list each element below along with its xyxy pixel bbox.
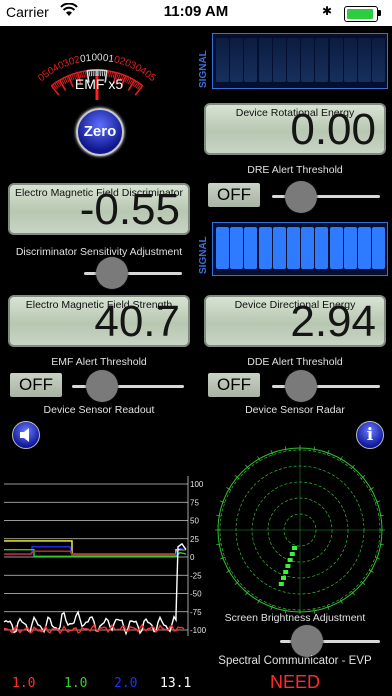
signal-meter-top [212, 33, 388, 89]
signal-segment [258, 227, 272, 269]
signal-segment [358, 227, 371, 269]
sensor-readout-plot: 100 75 50 25 0 -25 -50 -75 -100 [0, 450, 208, 650]
emfs-value: 40.7 [94, 297, 180, 346]
radar-bezel-tick [284, 446, 287, 452]
emfd-display: Electro Magnetic Field Discriminator -0.… [8, 183, 190, 235]
footer-green-value: 1.0 [64, 676, 88, 691]
radar-bezel-tick [313, 446, 316, 452]
brightness-slider-thumb[interactable] [291, 625, 324, 657]
battery-icon [344, 6, 378, 22]
emf-alert-toggle[interactable]: OFF [10, 373, 62, 397]
readout-axis-label: -100 [190, 626, 207, 635]
dre-display: Device Rotational Energy 0.00 [204, 103, 386, 155]
dre-value: 0.00 [290, 105, 376, 154]
emfs-display: Electro Magnetic Field Strength 40.7 [8, 295, 190, 347]
footer-blue-value: 2.0 [114, 676, 138, 691]
readout-axis-label: 25 [190, 535, 199, 544]
signal-segment [329, 227, 343, 269]
signal-segment [216, 38, 229, 82]
signal-segment [230, 227, 244, 269]
radar-blip [278, 582, 284, 586]
signal-label-top-text: SIGNAL [198, 50, 209, 88]
signal-segment [315, 38, 329, 82]
emfd-value: -0.55 [79, 185, 180, 234]
radar-blip [287, 558, 293, 562]
signal-segment [301, 38, 315, 82]
signal-segment [372, 227, 386, 269]
sensor-readout-graph: 100 75 50 25 0 -25 -50 -75 -100 [0, 450, 208, 650]
discriminator-caption: Discriminator Sensitivity Adjustment [15, 246, 183, 258]
radar-blip [283, 570, 289, 574]
signal-segment [315, 227, 329, 269]
signal-segment [244, 38, 258, 82]
brightness-caption: Screen Brightness Adjustment [224, 612, 366, 624]
gauge-label: EMF x5 [74, 76, 124, 92]
signal-label-mid-text: SIGNAL [198, 236, 209, 274]
evp-caption: Spectral Communicator - EVP [218, 655, 372, 667]
dre-alert-caption: DRE Alert Threshold [247, 164, 343, 176]
readout-axis-label: 0 [190, 553, 195, 562]
signal-label-top: SIGNAL [198, 34, 212, 88]
sensor-radar [214, 444, 386, 615]
battery-tip [378, 10, 381, 16]
emf-alert-caption: EMF Alert Threshold [51, 356, 147, 368]
signal-segment [358, 38, 371, 82]
dde-display: Device Directional Energy 2.94 [204, 295, 386, 347]
dde-alert-slider-thumb[interactable] [284, 370, 317, 402]
signal-segment [287, 38, 300, 82]
gauge-tick-label: 01 [79, 53, 92, 65]
zero-button[interactable]: Zero [76, 108, 124, 156]
readout-axis-label: -50 [190, 590, 202, 599]
bluetooth-icon: ✱ [322, 4, 333, 18]
radar-bezel-tick [378, 543, 384, 546]
signal-segment [343, 227, 357, 269]
readout-axis-label: 75 [190, 498, 199, 507]
signal-segment [301, 227, 315, 269]
radar-blip [292, 546, 297, 550]
signal-segment [329, 38, 343, 82]
sensor-radar-caption: Device Sensor Radar [245, 404, 345, 416]
signal-segment [258, 38, 272, 82]
emf-gauge-dial: 0504030201 00 0102030405 [36, 53, 158, 100]
readout-axis-label: -75 [190, 608, 202, 617]
emf-alert-slider-thumb[interactable] [85, 370, 118, 402]
signal-segment [343, 38, 357, 82]
signal-segment [244, 227, 258, 269]
readout-axis-label: 100 [190, 480, 204, 489]
signal-segment [230, 38, 244, 82]
speaker-icon[interactable] [12, 421, 40, 449]
signal-segment [372, 38, 386, 82]
signal-segment [272, 38, 286, 82]
dre-alert-slider-thumb[interactable] [284, 181, 317, 213]
gauge-tick-label: 00 [91, 53, 103, 64]
dre-alert-toggle[interactable]: OFF [208, 183, 260, 207]
discriminator-slider-thumb[interactable] [96, 257, 129, 289]
radar-bezel-tick [216, 543, 222, 546]
battery-fill [347, 9, 373, 19]
signal-segment [272, 227, 286, 269]
sensor-readout-caption: Device Sensor Readout [43, 404, 155, 416]
radar-blip [289, 552, 295, 556]
readout-axis-label: 50 [190, 517, 199, 526]
dde-alert-caption: DDE Alert Threshold [247, 356, 343, 368]
signal-label-mid: SIGNAL [198, 222, 212, 274]
signal-segment [216, 227, 229, 269]
status-time: 11:09 AM [163, 3, 229, 20]
signal-segment [287, 227, 300, 269]
dde-alert-toggle[interactable]: OFF [208, 373, 260, 397]
signal-meter-mid [212, 222, 388, 276]
footer-white-value: 13.1 [160, 676, 192, 691]
emf-gauge: 05 04 03 02 01 00 01 02 03 04 05 [2, 26, 198, 121]
status-bar: Carrier 11:09 AM ✱ [0, 0, 392, 26]
dde-value: 2.94 [290, 297, 376, 346]
evp-word: NEED [269, 672, 320, 692]
footer-red-value: 1.0 [12, 676, 36, 691]
radar-blip [281, 576, 286, 580]
radar-blip [285, 564, 291, 568]
sensor-radar-scope [215, 445, 385, 615]
radar-bezel-tick [378, 514, 384, 517]
readout-axis-label: -25 [190, 571, 202, 580]
radar-bezel-tick [216, 514, 222, 517]
